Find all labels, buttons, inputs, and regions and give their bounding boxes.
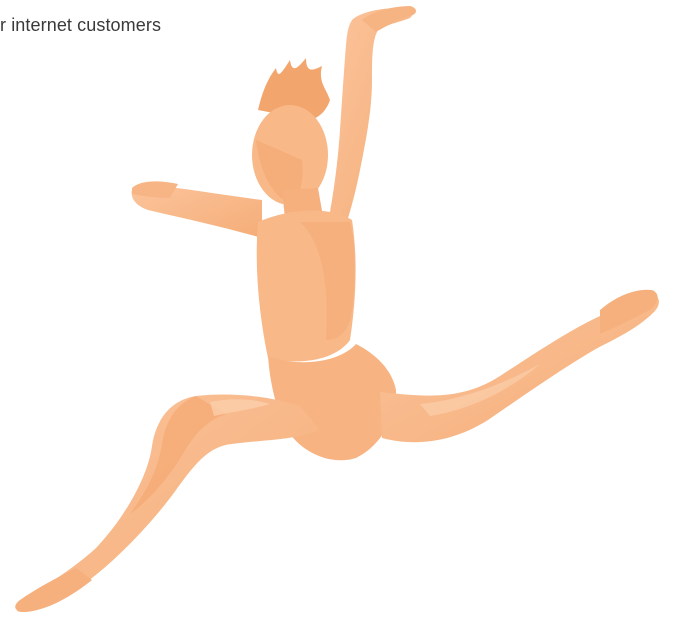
tagline-text: r internet customers [0, 15, 162, 35]
dancer-image [15, 6, 659, 612]
